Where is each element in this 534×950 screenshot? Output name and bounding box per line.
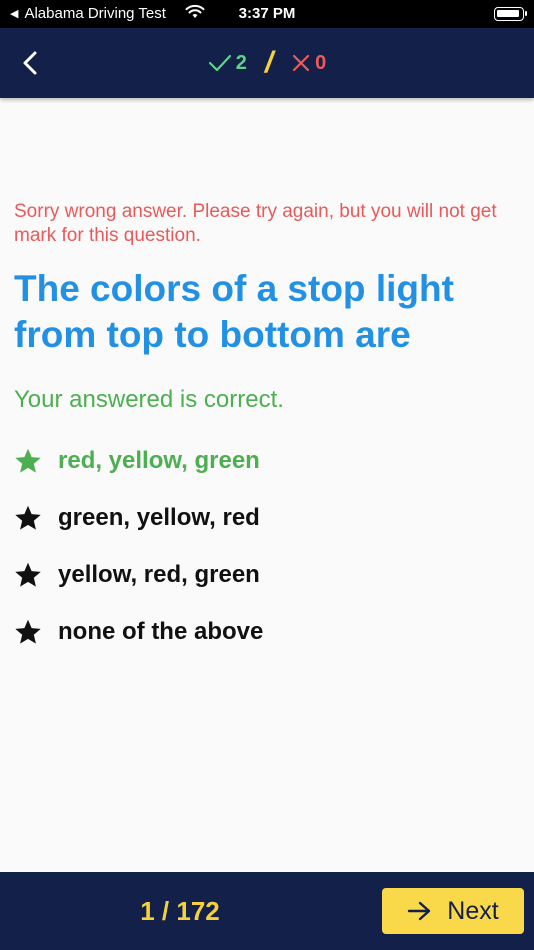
next-button-label: Next: [447, 896, 499, 925]
status-bar: ◀ Alabama Driving Test 3:37 PM: [0, 0, 534, 28]
question-progress: 1 / 172: [140, 896, 220, 926]
correct-answer-message: Your answered is correct.: [14, 386, 284, 413]
check-icon: [208, 54, 231, 72]
x-icon: [293, 54, 310, 72]
answer-label: none of the above: [58, 617, 264, 645]
answer-option-4[interactable]: none of the above: [14, 603, 514, 660]
question-text: The colors of a stop light from top to b…: [14, 268, 454, 355]
correct-count: 2: [235, 51, 247, 74]
question-content: Sorry wrong answer. Please try again, bu…: [14, 200, 514, 660]
answer-label: green, yellow, red: [58, 503, 260, 531]
battery-icon: [494, 7, 527, 21]
answer-list: red, yellow, green green, yellow, red ye…: [14, 432, 514, 660]
wrong-score: 0: [291, 52, 326, 75]
wrong-answer-message: Sorry wrong answer. Please try again, bu…: [14, 201, 497, 246]
answer-label: red, yellow, green: [58, 446, 260, 474]
star-icon: [15, 505, 41, 530]
answer-label: yellow, red, green: [58, 560, 260, 588]
score-display: 2 / 0: [0, 46, 534, 80]
next-button[interactable]: Next: [382, 888, 524, 934]
wrong-count: 0: [315, 51, 327, 74]
answer-option-3[interactable]: yellow, red, green: [14, 546, 514, 603]
score-separator: /: [264, 46, 274, 79]
clock: 3:37 PM: [238, 5, 296, 22]
arrow-right-icon: [408, 901, 431, 921]
star-icon: [15, 562, 41, 587]
star-icon: [15, 619, 41, 644]
answer-option-1[interactable]: red, yellow, green: [14, 432, 514, 489]
bottom-bar: 1 / 172 Next: [0, 872, 534, 950]
correct-score: 2: [208, 52, 247, 75]
star-icon: [15, 448, 41, 473]
answer-option-2[interactable]: green, yellow, red: [14, 489, 514, 546]
top-navigation-bar: 2 / 0: [0, 28, 534, 98]
